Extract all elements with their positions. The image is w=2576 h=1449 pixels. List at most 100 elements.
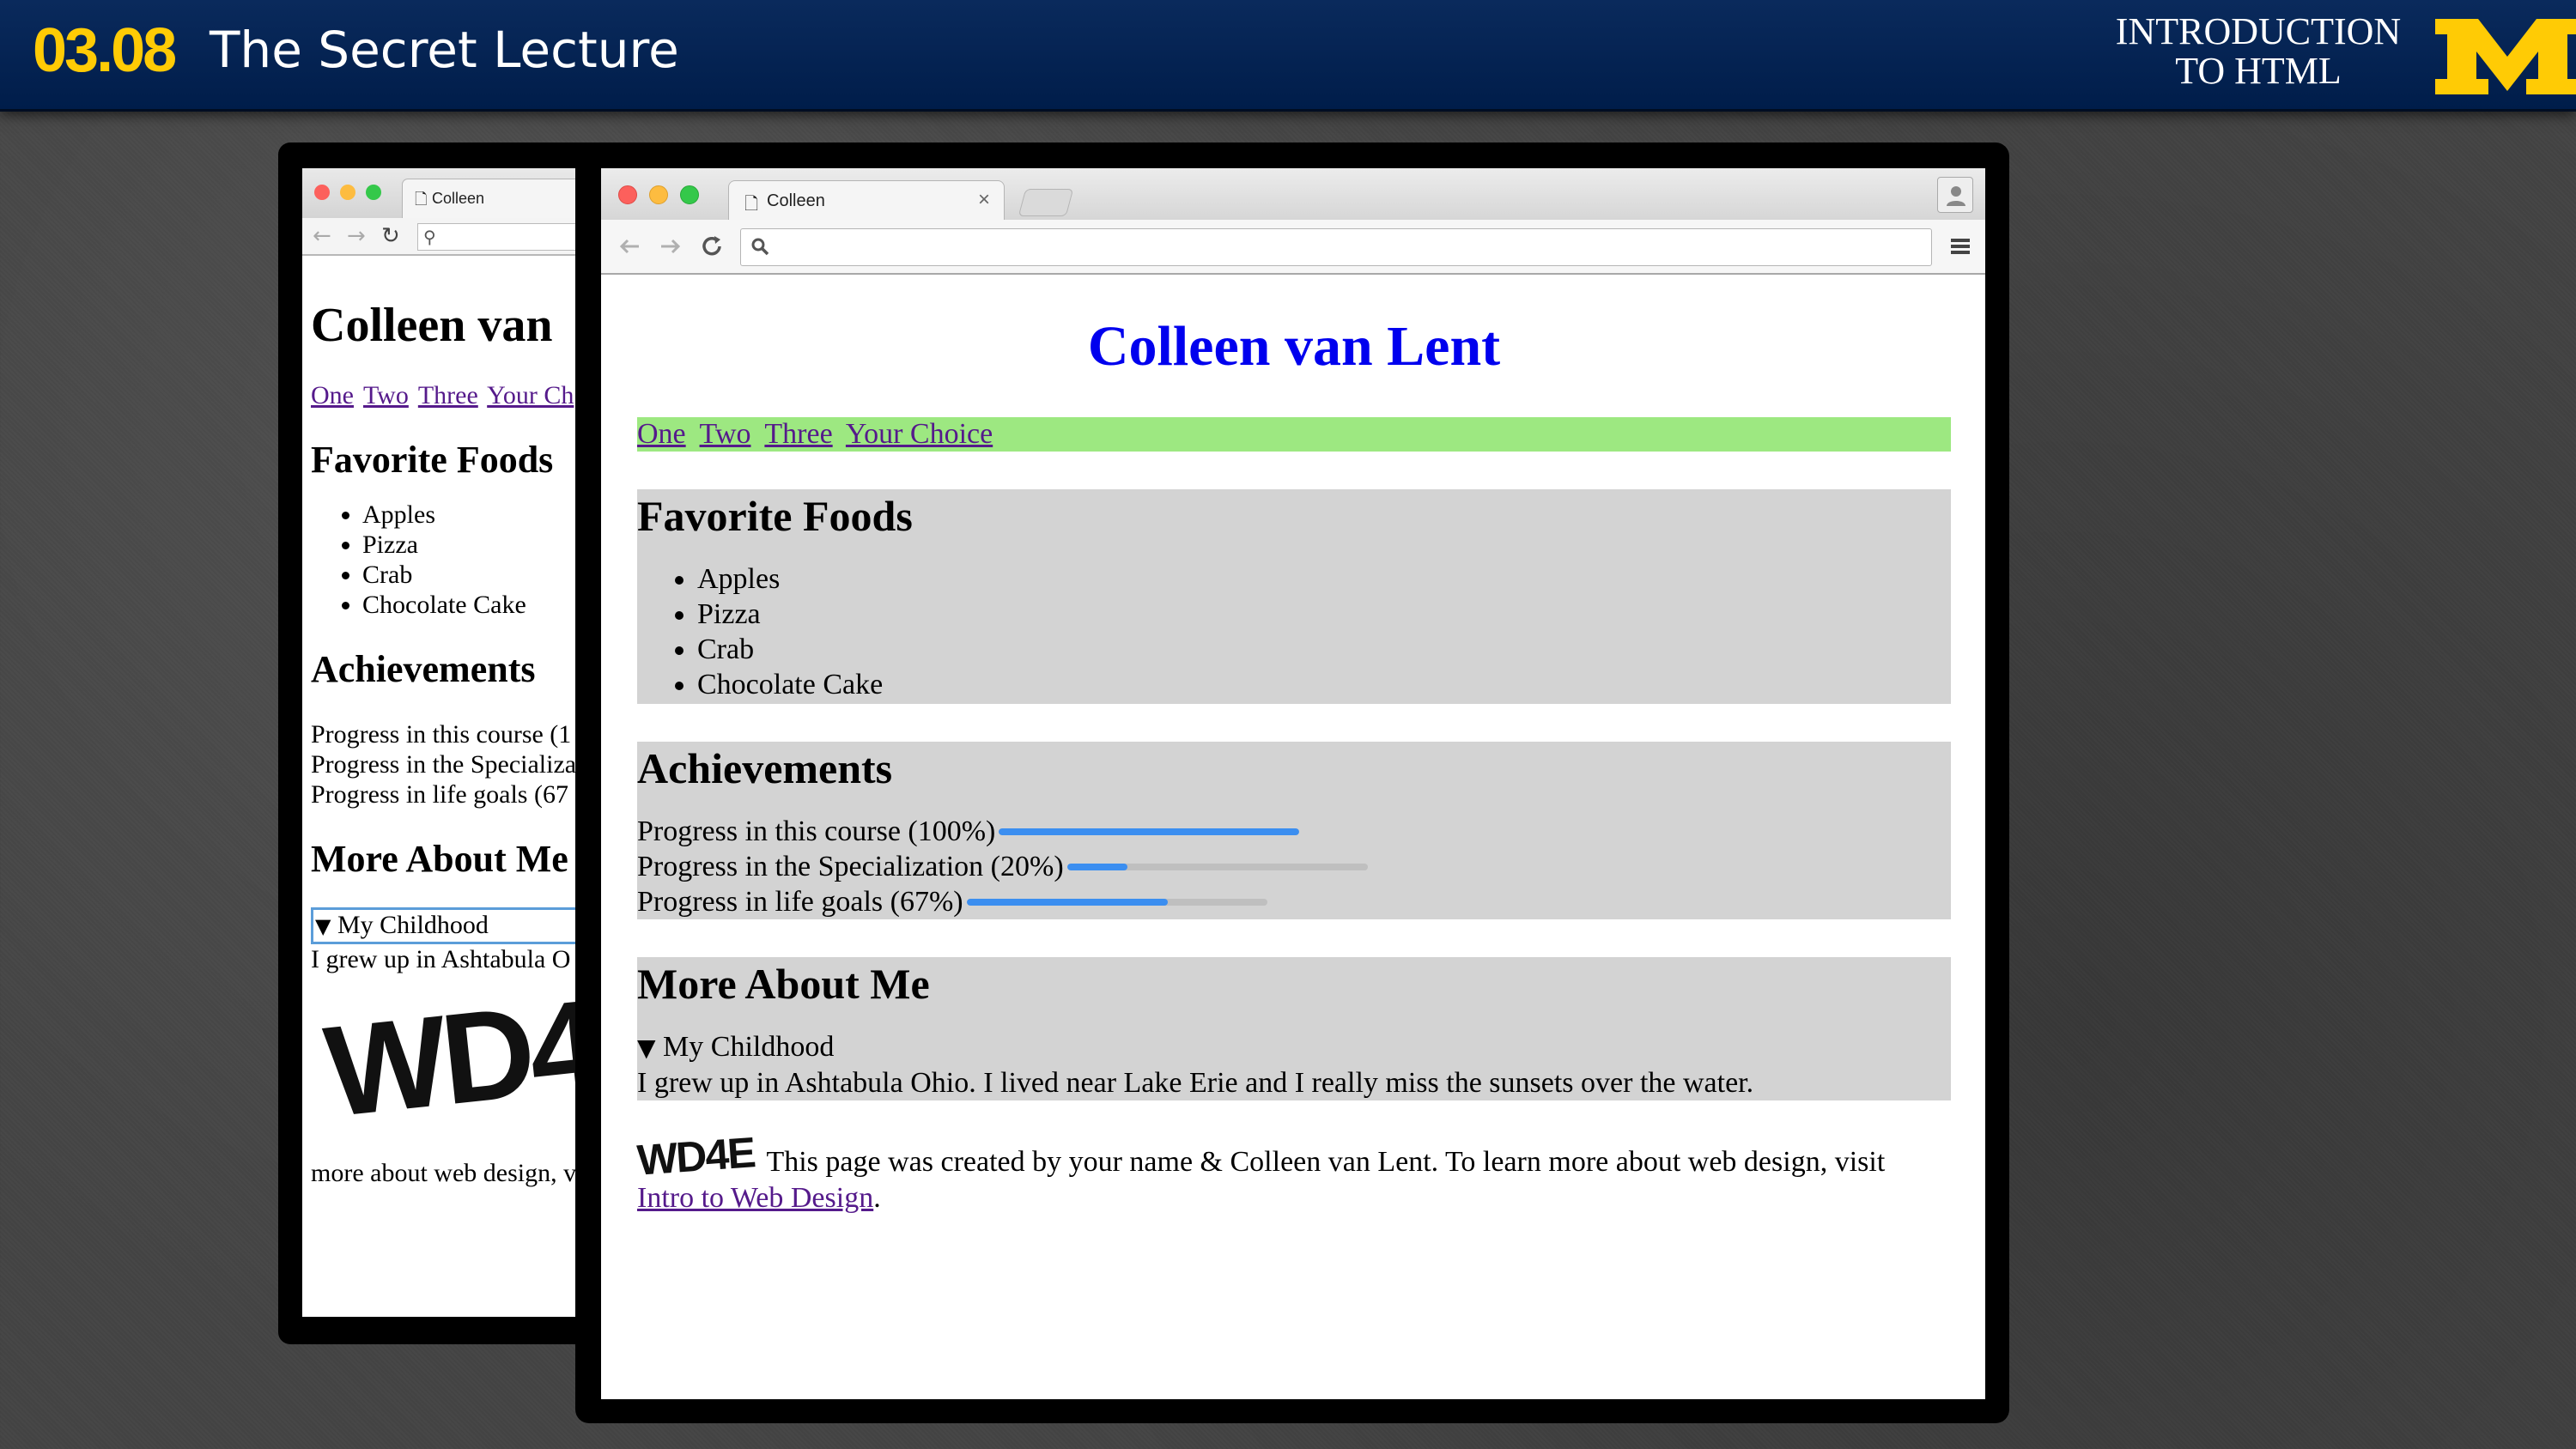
list-item: Apples [362,500,577,530]
back-about-heading: More About Me [311,838,568,880]
back-browser-window: 🗋 Colleen ← → ↻ ⚲ Colleen van One Two Th… [302,168,577,1317]
nav-link-your-choice[interactable]: Your Choice [846,418,993,450]
back-nav-link-one[interactable]: One [311,381,354,409]
back-summary-label: My Childhood [337,911,489,939]
tab-colleen[interactable]: 🗋 Colleen × [728,180,1005,220]
childhood-summary[interactable]: ▼ My Childhood [637,1029,1951,1065]
search-icon: ⚲ [423,227,436,247]
achievements-heading: Achievements [637,744,893,792]
more-about-me-heading: More About Me [637,960,930,1008]
back-achievements-heading: Achievements [311,648,536,690]
list-item: Chocolate Cake [697,667,1951,702]
close-window-icon[interactable] [618,185,637,204]
summary-label: My Childhood [663,1031,835,1063]
page-footer: WD4E This page was created by your name &… [635,1128,1951,1216]
address-bar[interactable] [740,228,1932,266]
back-address-bar[interactable]: ⚲ [417,223,577,251]
lecture-number: 03.08 [33,16,177,85]
page-icon: 🗋 [415,191,428,208]
progress-bar-fill [966,898,1169,906]
close-window-icon[interactable] [314,185,330,200]
back-nav-link-choice[interactable]: Your Ch [487,381,574,409]
progress-bar-fill [999,828,1300,835]
tab-title: Colleen [767,191,825,210]
back-progress-row: Progress in the Specializa [311,750,577,779]
page-title: Colleen van Lent [1087,315,1501,378]
reload-icon[interactable] [697,232,726,261]
minimize-window-icon[interactable] [340,185,355,200]
back-foods-list: Apples Pizza Crab Chocolate Cake [362,500,577,620]
back-nav-link-three[interactable]: Three [418,381,478,409]
search-icon [751,238,769,256]
back-childhood-summary[interactable]: ▼ My Childhood [311,907,577,944]
progress-label: Progress in life goals (67%) [637,886,963,918]
list-item: Pizza [362,530,577,560]
back-page-content: Colleen van One Two Three Your Ch Favori… [311,295,577,1188]
favorite-foods-section: Favorite Foods Apples Pizza Crab Chocola… [637,489,1951,704]
back-progress-row: Progress in life goals (67 [311,780,568,809]
back-progress-list: Progress in this course (1 Progress in t… [311,719,577,809]
back-page-heading: Colleen van [311,299,553,352]
list-item: Pizza [697,597,1951,632]
page-content: Colleen van Lent One Two Three Your Choi… [635,275,1951,1216]
childhood-text: I grew up in Ashtabula Ohio. I lived nea… [637,1067,1754,1099]
progress-list: Progress in this course (100%) Progress … [637,814,1951,919]
maximize-window-icon[interactable] [680,185,699,204]
back-icon[interactable]: ← [313,223,331,249]
progress-row-specialization: Progress in the Specialization (20%) [637,849,1951,884]
progress-bar-fill [1066,863,1127,870]
block-m-logo [2435,19,2576,94]
back-tab-bar: 🗋 Colleen [302,168,577,218]
lecture-banner: 03.08 The Secret Lecture INTRODUCTION TO… [0,0,2576,112]
back-about-text: I grew up in Ashtabula O [311,945,571,973]
favorite-foods-heading: Favorite Foods [637,492,913,540]
progress-bar-course [999,828,1300,835]
browser-window: 🗋 Colleen × Colleen van Lent One Two Thr… [601,168,1985,1399]
more-about-me-section: More About Me ▼ My Childhood I grew up i… [637,957,1951,1100]
achievements-section: Achievements Progress in this course (10… [637,742,1951,919]
course-title: INTRODUCTION TO HTML [2087,12,2430,91]
list-item: Apples [697,561,1951,597]
footer-end: . [873,1182,881,1214]
intro-to-web-design-link[interactable]: Intro to Web Design [637,1182,873,1214]
disclosure-triangle-icon: ▼ [637,1034,656,1062]
reload-icon[interactable]: ↻ [381,223,400,249]
nav-link-two[interactable]: Two [700,418,751,450]
back-nav-link-two[interactable]: Two [363,381,409,409]
person-icon [1947,186,1965,206]
maximize-window-icon[interactable] [366,185,381,200]
course-title-line1: INTRODUCTION [2115,10,2402,52]
profile-icon[interactable] [1937,177,1973,213]
tab-bar: 🗋 Colleen × [601,168,1985,220]
disclosure-triangle-icon: ▼ [315,914,331,938]
back-nav: One Two Three Your Ch [311,381,577,410]
back-foods-heading: Favorite Foods [311,439,554,481]
back-tab[interactable]: 🗋 Colleen [402,179,577,218]
minimize-window-icon[interactable] [649,185,668,204]
close-icon[interactable]: × [978,188,990,212]
favorite-foods-list: Apples Pizza Crab Chocolate Cake [697,561,1951,702]
wd4e-logo: WD4 [319,972,577,1144]
back-tab-title: Colleen [432,190,485,207]
nav-link-one[interactable]: One [637,418,686,450]
back-progress-row: Progress in this course (1 [311,720,572,749]
progress-row-course: Progress in this course (100%) [637,814,1951,849]
list-item: Crab [697,632,1951,667]
nav-link-three[interactable]: Three [764,418,832,450]
lecture-title: The Secret Lecture [210,21,679,79]
list-item: Crab [362,560,577,590]
page-icon: 🗋 [744,195,759,214]
progress-label: Progress in this course (100%) [637,815,996,847]
browser-toolbar [601,220,1985,275]
forward-icon[interactable]: → [347,223,366,249]
new-tab-button[interactable] [1018,189,1074,216]
back-toolbar: ← → ↻ ⚲ [302,218,577,256]
progress-bar-life-goals [966,898,1267,906]
menu-icon[interactable] [1947,233,1973,259]
back-icon[interactable] [615,232,644,261]
progress-label: Progress in the Specialization (20%) [637,851,1064,882]
course-title-line2: TO HTML [2175,50,2342,92]
back-footer-text: more about web design, v [311,1159,577,1187]
nav-bar: One Two Three Your Choice [637,417,1951,452]
forward-icon[interactable] [656,232,685,261]
